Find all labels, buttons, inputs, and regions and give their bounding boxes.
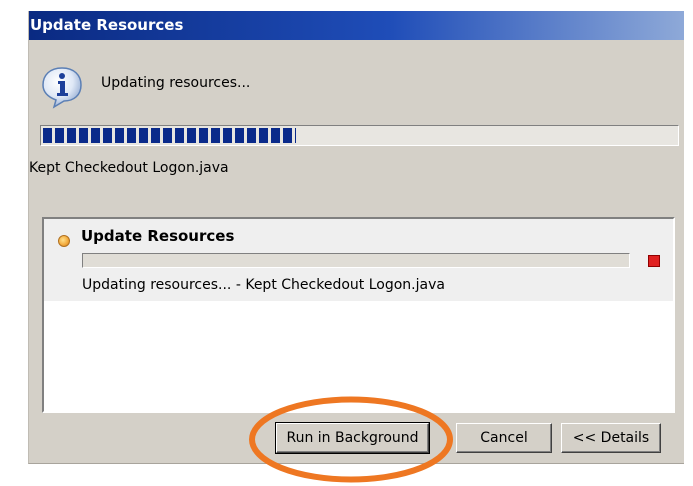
job-progress-bar xyxy=(82,253,630,268)
overall-progress-fill xyxy=(43,128,296,143)
stop-icon xyxy=(648,255,660,267)
job-title: Update Resources xyxy=(81,227,235,245)
details-toggle-button[interactable]: << Details xyxy=(561,423,661,453)
info-icon xyxy=(42,67,82,109)
run-in-background-button[interactable]: Run in Background xyxy=(275,422,430,454)
update-resources-dialog: Update Resources Updating resources... K… xyxy=(28,11,684,464)
job-running-icon xyxy=(58,235,70,247)
cancel-button[interactable]: Cancel xyxy=(456,423,552,453)
dialog-title: Update Resources xyxy=(29,11,684,40)
stop-job-button[interactable] xyxy=(645,252,663,270)
overall-progress-bar xyxy=(40,125,679,146)
job-details-panel: Update Resources Updating resources... -… xyxy=(42,217,675,413)
job-list-item[interactable]: Update Resources Updating resources... -… xyxy=(44,219,673,301)
sub-status-message: Kept Checkedout Logon.java xyxy=(29,160,229,176)
status-message: Updating resources... xyxy=(101,75,251,91)
job-status-message: Updating resources... - Kept Checkedout … xyxy=(82,277,445,293)
